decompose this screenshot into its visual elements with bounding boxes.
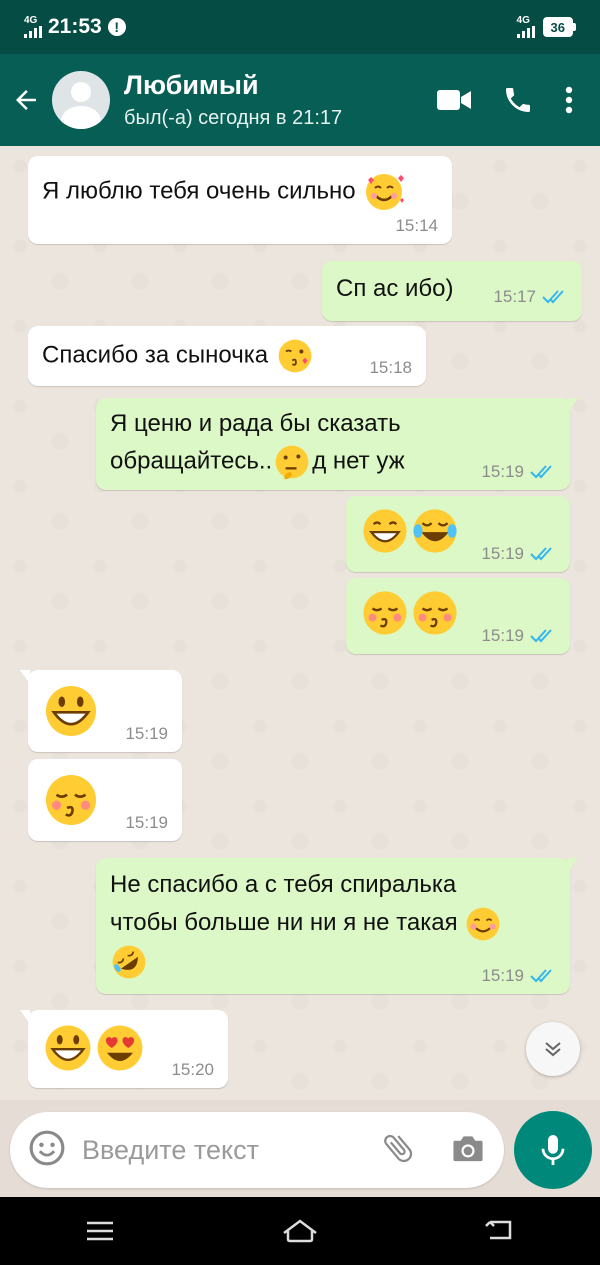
contact-name: Любимый	[124, 70, 259, 100]
mic-icon	[541, 1135, 565, 1165]
message-incoming[interactable]: 15:19	[20, 670, 182, 752]
message-text: Спасибо за сыночка	[42, 341, 269, 369]
message-input[interactable]	[82, 1134, 362, 1166]
heart-eyes-face-icon	[97, 1025, 143, 1071]
message-meta: 15:19	[125, 724, 168, 744]
smiling-face-with-hearts-icon	[366, 174, 405, 210]
message-time: 15:19	[125, 813, 168, 832]
network-type-left: 4G	[24, 15, 38, 26]
video-call-icon[interactable]	[436, 87, 472, 113]
message-text: Я люблю тебя очень сильно	[42, 177, 356, 205]
message-meta: 15:17	[493, 287, 568, 307]
battery-icon: 36	[542, 17, 576, 37]
message-text: чтобы больше ни ни я не такая	[110, 909, 458, 936]
avatar[interactable]	[52, 71, 110, 129]
message-time: 15:18	[369, 358, 412, 377]
header-actions	[436, 84, 600, 116]
message-input-bar	[10, 1112, 504, 1188]
message-meta: 15:19	[481, 966, 556, 986]
kissing-face-closed-eyes-icon	[363, 591, 407, 635]
thinking-face-icon	[275, 445, 309, 480]
status-right: 4G 36	[516, 15, 576, 38]
message-outgoing[interactable]: 15:19	[346, 578, 570, 654]
menu-icon[interactable]	[60, 1201, 140, 1261]
message-text-line2: чтобы больше ни ни я не такая	[110, 904, 556, 943]
read-ticks-icon	[530, 465, 552, 479]
tears-of-joy-face-icon	[413, 509, 457, 553]
mic-button[interactable]	[514, 1111, 592, 1189]
back-nav-icon[interactable]	[460, 1201, 540, 1261]
signal-icon: 4G	[24, 16, 42, 38]
emoji-icon[interactable]	[28, 1129, 66, 1172]
status-bar: 4G 21:53 ! 4G 36	[0, 0, 600, 54]
message-outgoing[interactable]: 15:19	[346, 496, 570, 572]
rofl-face-icon	[112, 945, 146, 979]
message-time: 15:20	[171, 1060, 214, 1079]
message-time: 15:19	[481, 544, 524, 563]
message-incoming[interactable]: Спасибо за сыночка 15:18	[28, 326, 426, 386]
message-time: 15:19	[481, 462, 524, 481]
message-meta: 15:19	[125, 813, 168, 833]
message-time: 15:14	[395, 216, 438, 235]
system-nav-bar	[0, 1197, 600, 1265]
message-meta: 15:20	[171, 1060, 214, 1080]
home-icon[interactable]	[260, 1201, 340, 1261]
face-blowing-kiss-icon	[278, 339, 312, 373]
read-ticks-icon	[530, 629, 552, 643]
signal-icon-right: 4G	[516, 15, 535, 38]
message-text: обращайтесь..	[110, 447, 273, 475]
read-ticks-icon	[530, 547, 552, 561]
message-text: д нет уж	[312, 447, 405, 475]
beaming-face-icon	[363, 509, 407, 553]
message-meta: 15:14	[395, 216, 438, 236]
alert-icon: !	[107, 18, 126, 36]
message-meta: 15:19	[481, 626, 556, 646]
phone-icon[interactable]	[502, 84, 534, 116]
message-time: 15:17	[493, 287, 536, 306]
grinning-face-icon	[45, 1025, 91, 1071]
message-meta: 15:19	[481, 462, 556, 482]
message-time: 15:19	[481, 966, 524, 985]
kissing-face-closed-eyes-icon	[413, 591, 457, 635]
message-text: Сп ас ибо)	[336, 275, 454, 302]
message-outgoing[interactable]: Я ценю и рада бы сказать обращайтесь.. д…	[96, 398, 578, 490]
read-ticks-icon	[542, 290, 564, 304]
arrow-left-icon[interactable]	[0, 54, 52, 146]
scroll-to-bottom-button[interactable]	[526, 1022, 580, 1076]
contact-info[interactable]: Любимый был(-а) сегодня в 21:17	[124, 70, 342, 130]
status-time: 21:53	[48, 15, 102, 38]
kissing-face-closed-eyes-icon	[45, 774, 97, 826]
paperclip-icon[interactable]	[380, 1130, 416, 1171]
message-meta: 15:18	[369, 358, 412, 378]
last-seen: был(-а) сегодня в 21:17	[124, 107, 343, 129]
message-outgoing[interactable]: Сп ас ибо) 15:17	[322, 261, 582, 321]
smiling-face-icon	[466, 907, 500, 941]
chat-area[interactable]: Я люблю тебя очень сильно 15:14 Сп ас иб…	[0, 146, 600, 1100]
double-chevron-down-icon	[545, 1042, 561, 1057]
message-incoming[interactable]: 15:19	[28, 759, 182, 841]
battery-level: 36	[542, 17, 573, 37]
input-actions	[380, 1130, 486, 1171]
message-incoming[interactable]: 15:20	[20, 1010, 228, 1088]
message-incoming[interactable]: Я люблю тебя очень сильно 15:14	[28, 156, 452, 244]
message-outgoing[interactable]: Не спасибо а с тебя спиралька чтобы боль…	[96, 858, 578, 994]
camera-icon[interactable]	[450, 1132, 486, 1169]
chat-header: Любимый был(-а) сегодня в 21:17	[0, 54, 600, 146]
message-text-line1: Не спасибо а с тебя спиралька	[110, 871, 457, 898]
network-type-right: 4G	[516, 15, 530, 26]
message-time: 15:19	[125, 724, 168, 743]
status-left: 4G 21:53 !	[24, 15, 126, 39]
more-vert-icon[interactable]	[564, 85, 574, 115]
message-text-line1: Я ценю и рада бы сказать	[110, 410, 401, 437]
message-meta: 15:19	[481, 544, 556, 564]
grinning-face-icon	[45, 685, 97, 737]
message-time: 15:19	[481, 626, 524, 645]
read-ticks-icon	[530, 969, 552, 983]
